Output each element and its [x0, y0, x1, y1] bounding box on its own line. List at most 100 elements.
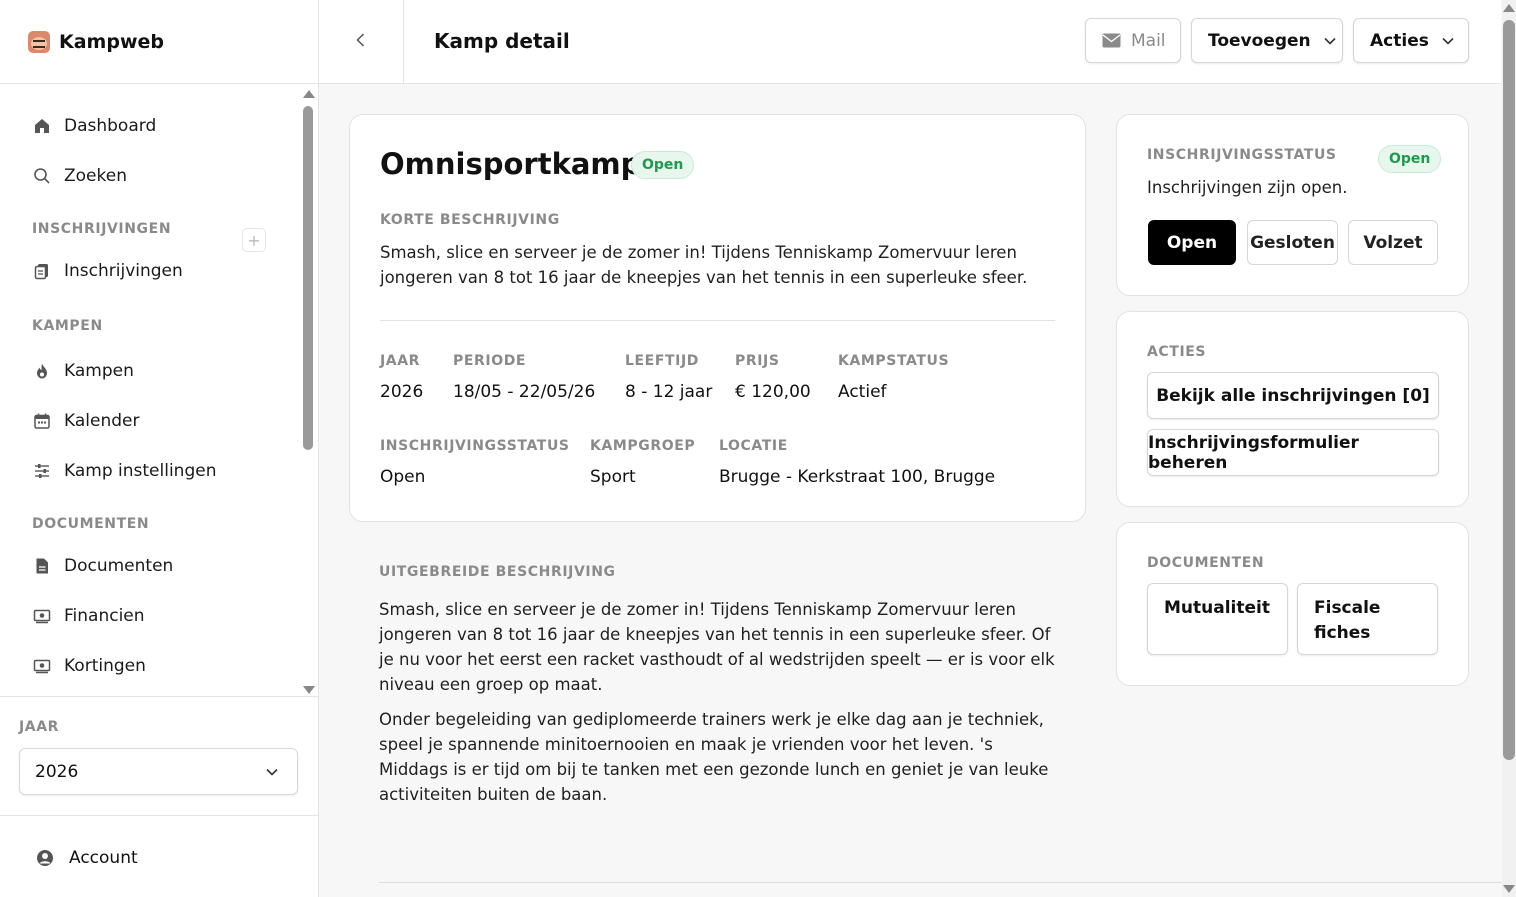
divider — [380, 320, 1055, 321]
kampweb-logo-icon — [28, 30, 50, 53]
extended-description-p2: Onder begeleiding van gediplomeerde trai… — [379, 710, 1049, 804]
status-open-button[interactable]: Open — [1148, 220, 1236, 265]
document-icon — [32, 556, 52, 576]
scroll-up-icon[interactable] — [303, 90, 315, 98]
registration-status-label: INSCHRIJVINGSSTATUS — [1147, 147, 1337, 163]
account-label: Account — [69, 848, 138, 868]
user-icon — [36, 849, 54, 867]
field-value-leeftijd: 8 - 12 jaar — [625, 382, 713, 402]
field-label-periode: PERIODE — [453, 353, 527, 369]
sidebar-item-label: Zoeken — [64, 166, 127, 186]
sidebar-item-financien[interactable]: Financien — [32, 598, 145, 634]
fiscale-fiches-button[interactable]: Fiscale fiches — [1297, 583, 1438, 655]
sidebar-item-kortingen[interactable]: Kortingen — [32, 648, 146, 684]
registration-status-card: INSCHRIJVINGSSTATUS Open Inschrijvingen … — [1116, 114, 1469, 296]
acties-button[interactable]: Acties — [1353, 18, 1469, 63]
sidebar-item-label: Dashboard — [64, 116, 157, 136]
scroll-up-icon[interactable] — [1503, 4, 1515, 12]
field-value-kampstatus: Actief — [838, 382, 887, 402]
app-name: Kampweb — [59, 30, 164, 53]
home-icon — [32, 116, 52, 136]
field-value-jaar: 2026 — [380, 382, 424, 402]
search-icon — [32, 166, 52, 186]
page-title: Kamp detail — [434, 29, 570, 53]
fire-icon — [32, 361, 52, 381]
status-badge: Open — [1378, 145, 1442, 173]
banknote-icon — [32, 606, 52, 626]
year-value: 2026 — [35, 761, 79, 782]
field-value-kampgroep: Sport — [590, 467, 636, 487]
sidebar-item-documenten[interactable]: Documenten — [32, 548, 173, 584]
extended-description-label: UITGEBREIDE BESCHRIJVING — [379, 564, 616, 580]
section-inschrijvingen: INSCHRIJVINGEN — [32, 221, 172, 237]
section-kampen: KAMPEN — [32, 318, 103, 334]
field-value-periode: 18/05 - 22/05/26 — [453, 382, 596, 402]
year-selector-block: JAAR 2026 — [0, 696, 318, 816]
sidebar-item-kamp-instellingen[interactable]: Kamp instellingen — [32, 453, 216, 489]
account-link[interactable]: Account — [36, 840, 138, 876]
mutualiteit-button[interactable]: Mutualiteit — [1147, 583, 1288, 655]
field-label-inschrijvingsstatus: INSCHRIJVINGSSTATUS — [380, 438, 570, 454]
year-label: JAAR — [19, 719, 60, 735]
chevron-down-icon — [1323, 34, 1337, 48]
acties-label: Acties — [1370, 30, 1429, 51]
sidebar-item-inschrijvingen[interactable]: Inschrijvingen — [32, 253, 183, 289]
actions-card: ACTIES Bekijk alle inschrijvingen [0] In… — [1116, 311, 1469, 507]
field-value-inschrijvingsstatus: Open — [380, 467, 426, 487]
status-badge: Open — [631, 151, 695, 179]
camp-details-card: Omnisportkamp Open KORTE BESCHRIJVING Sm… — [349, 114, 1086, 522]
scroll-down-icon[interactable] — [1503, 885, 1515, 893]
chevron-down-icon — [265, 764, 279, 784]
mail-label: Mail — [1131, 30, 1166, 51]
sidebar: Kampweb Dashboard Zoeken INSCHRIJVINGEN … — [0, 0, 319, 897]
mail-icon — [1102, 33, 1121, 48]
scrollbar-thumb[interactable] — [303, 106, 313, 450]
chevron-down-icon — [1441, 34, 1455, 48]
toevoegen-button[interactable]: Toevoegen — [1191, 18, 1343, 63]
field-value-prijs: € 120,00 — [735, 382, 811, 402]
short-description-label: KORTE BESCHRIJVING — [380, 212, 560, 228]
sliders-icon — [32, 461, 52, 481]
sidebar-item-label: Documenten — [64, 556, 174, 576]
brand[interactable]: Kampweb — [0, 0, 318, 84]
sidebar-item-zoeken[interactable]: Zoeken — [32, 158, 127, 194]
scrollbar-thumb[interactable] — [1503, 20, 1515, 760]
toevoegen-label: Toevoegen — [1208, 30, 1311, 51]
divider — [379, 882, 1501, 883]
view-all-registrations-button[interactable]: Bekijk alle inschrijvingen [0] — [1147, 372, 1439, 419]
sidebar-item-label: Kampen — [64, 361, 134, 381]
sidebar-item-label: Financien — [64, 606, 145, 626]
status-gesloten-button[interactable]: Gesloten — [1247, 220, 1338, 265]
actions-label: ACTIES — [1147, 344, 1207, 360]
clipboard-icon — [32, 261, 52, 281]
registration-status-text: Inschrijvingen zijn open. — [1147, 178, 1348, 197]
field-label-jaar: JAAR — [380, 353, 421, 369]
sidebar-scrollbar[interactable] — [302, 90, 315, 694]
sidebar-item-label: Kortingen — [64, 656, 146, 676]
field-label-kampgroep: KAMPGROEP — [590, 438, 696, 454]
top-bar: Kamp detail Mail Toevoegen Acties — [319, 0, 1501, 84]
field-label-prijs: PRIJS — [735, 353, 780, 369]
scroll-down-icon[interactable] — [303, 686, 315, 694]
sidebar-item-label: Kalender — [64, 411, 140, 431]
sidebar-item-kalender[interactable]: Kalender — [32, 403, 139, 439]
calendar-icon — [32, 411, 52, 431]
field-label-kampstatus: KAMPSTATUS — [838, 353, 950, 369]
field-label-leeftijd: LEEFTIJD — [625, 353, 700, 369]
extended-description-p1: Smash, slice en serveer je de zomer in! … — [379, 600, 1055, 694]
short-description: Smash, slice en serveer je de zomer in! … — [380, 243, 1028, 287]
page-scrollbar[interactable] — [1502, 0, 1516, 897]
manage-registration-form-button[interactable]: Inschrijvingsformulier beheren — [1147, 429, 1439, 476]
year-select[interactable]: 2026 — [19, 748, 298, 795]
sidebar-nav: Dashboard Zoeken INSCHRIJVINGEN Inschrij… — [0, 86, 300, 696]
section-documenten: DOCUMENTEN — [32, 516, 150, 532]
status-volzet-button[interactable]: Volzet — [1348, 220, 1438, 265]
sidebar-item-dashboard[interactable]: Dashboard — [32, 108, 156, 144]
field-value-locatie: Brugge - Kerkstraat 100, Brugge — [719, 467, 996, 487]
back-button[interactable] — [319, 0, 404, 84]
add-kamp-button[interactable]: + — [242, 228, 266, 252]
documents-label: DOCUMENTEN — [1147, 555, 1265, 571]
mail-button[interactable]: Mail — [1085, 18, 1181, 63]
sidebar-item-kampen[interactable]: Kampen — [32, 353, 134, 389]
documents-card: DOCUMENTEN Mutualiteit Fiscale fiches — [1116, 522, 1469, 686]
